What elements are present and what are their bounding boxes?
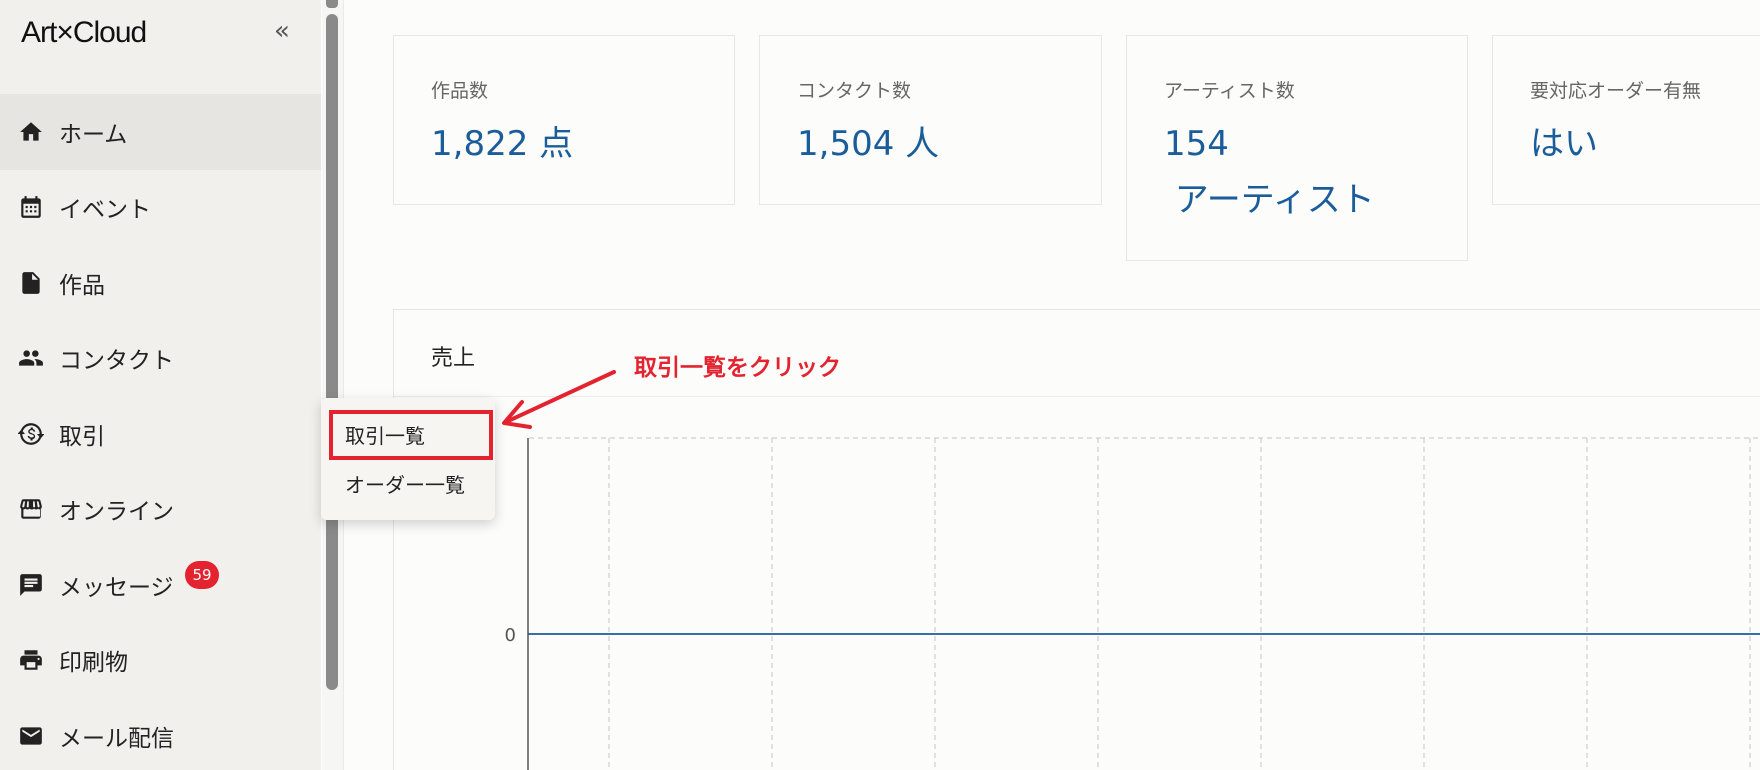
sidebar-item-label: メッセージ	[59, 574, 174, 601]
stat-value: 1,504 人	[797, 124, 940, 164]
sidebar-item-label: コンタクト	[59, 348, 174, 375]
chart-grid	[529, 437, 1760, 770]
sidebar-item-label: 取引	[59, 423, 105, 450]
storefront-icon	[18, 496, 44, 522]
sidebar-nav: ホーム イベント 作品 コンタクト 取引 オンライン メッセージ 59 印刷物 …	[0, 94, 321, 770]
stat-label: 作品数	[431, 80, 489, 102]
sidebar-item-online[interactable]: オンライン	[0, 472, 321, 548]
stat-value: はい	[1530, 124, 1598, 164]
submenu-item-order-list[interactable]: オーダー一覧	[345, 469, 465, 498]
printer-icon	[18, 647, 44, 673]
sidebar-item-label: ホーム	[59, 121, 128, 148]
stat-card-artworks: 作品数 1,822 点	[393, 35, 735, 205]
stat-label: コンタクト数	[797, 80, 912, 102]
sidebar-item-prints[interactable]: 印刷物	[0, 623, 321, 699]
people-icon	[18, 345, 44, 371]
calendar-icon	[18, 194, 44, 220]
sidebar-item-label: 印刷物	[59, 650, 128, 677]
document-icon	[18, 270, 44, 296]
sales-title: 売上	[431, 346, 476, 371]
stat-card-artists: アーティスト数 154 アーティスト	[1126, 35, 1468, 261]
sidebar-item-events[interactable]: イベント	[0, 170, 321, 246]
unread-count-badge: 59	[185, 561, 219, 589]
sidebar-item-contacts[interactable]: コンタクト	[0, 321, 321, 397]
sidebar-scrollbar-thumb[interactable]	[326, 14, 338, 690]
stat-label: アーティスト数	[1164, 80, 1295, 102]
annotation-text: 取引一覧をクリック	[634, 355, 841, 381]
annotation-arrow-icon	[502, 370, 616, 429]
stat-value: 154 アーティスト	[1164, 124, 1375, 220]
sidebar-item-transactions[interactable]: 取引	[0, 396, 321, 472]
stat-label: 要対応オーダー有無	[1530, 80, 1702, 102]
sidebar-item-artworks[interactable]: 作品	[0, 245, 321, 321]
sidebar-item-home[interactable]: ホーム	[0, 94, 321, 170]
sales-chart: 0	[505, 437, 1760, 770]
collapse-sidebar-button[interactable]: «	[268, 18, 296, 46]
sidebar-item-label: 作品	[59, 272, 105, 299]
main-divider	[343, 0, 344, 770]
stat-value: 1,822 点	[431, 124, 574, 164]
y-tick-label: 0	[505, 625, 516, 646]
annotation-highlight-box	[329, 410, 493, 460]
sidebar-item-label: メール配信	[59, 725, 174, 752]
sidebar-item-messages[interactable]: メッセージ 59	[0, 547, 321, 623]
transaction-icon	[18, 421, 44, 447]
sidebar: Art×Cloud « ホーム イベント 作品 コンタクト 取引 オンライン メ…	[0, 0, 321, 770]
message-icon	[18, 572, 44, 598]
sidebar-item-label: イベント	[59, 197, 151, 224]
stat-card-pending-orders: 要対応オーダー有無 はい	[1492, 35, 1760, 205]
stat-card-contacts: コンタクト数 1,504 人	[759, 35, 1102, 205]
scrollbar-up-cap	[326, 0, 338, 8]
mail-icon	[18, 723, 44, 749]
sidebar-item-mail[interactable]: メール配信	[0, 698, 321, 770]
sidebar-item-label: オンライン	[59, 499, 174, 526]
app-logo[interactable]: Art×Cloud	[21, 16, 147, 50]
home-icon	[18, 119, 44, 145]
